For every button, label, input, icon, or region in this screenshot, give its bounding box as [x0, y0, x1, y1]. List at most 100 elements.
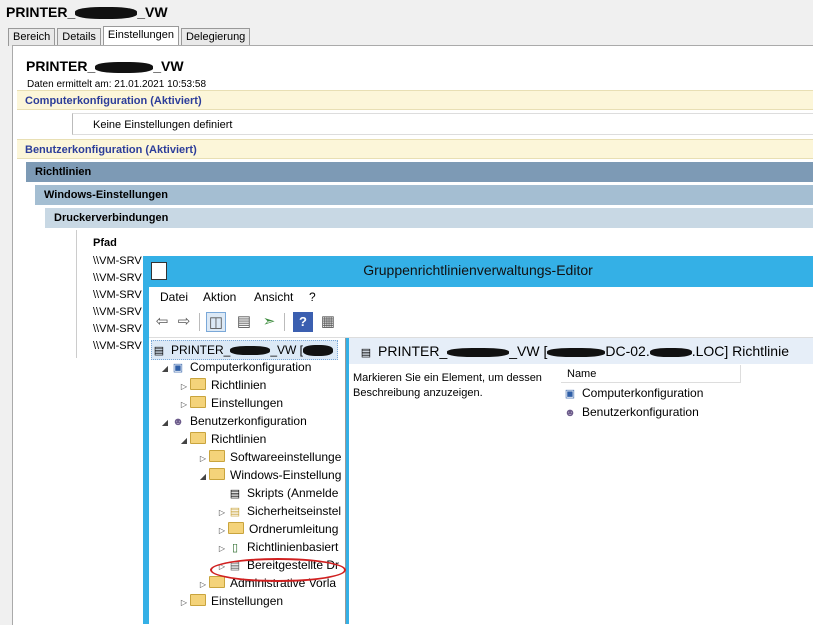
gpo-name-suffix: _VW: [153, 58, 184, 74]
help-icon[interactable]: ?: [293, 312, 313, 332]
tree-label: Computerkonfiguration: [190, 360, 312, 374]
tab-bereich[interactable]: Bereich: [8, 28, 56, 46]
tree-user-config[interactable]: ◢ ☻ Benutzerkonfiguration: [159, 412, 307, 430]
header-suffix: .LOC] Richtlinie: [691, 343, 789, 359]
description-text: Markieren Sie ein Element, um dessen Bes…: [353, 372, 542, 399]
tree-root-suffix: _VW [: [270, 343, 304, 357]
redaction: [75, 7, 138, 20]
folder-icon: [190, 594, 206, 606]
details-pane: ▤ PRINTER_ _VW [DC-02. .LOC] Richtlinie Mar…: [349, 338, 813, 624]
tab-details[interactable]: Details: [57, 28, 101, 46]
toolbar-separator: [199, 313, 200, 331]
collapse-arrow-icon[interactable]: ◢: [159, 414, 171, 432]
column-header-name[interactable]: Name: [561, 365, 741, 383]
users-icon: ☻: [172, 416, 184, 428]
windows-settings-band[interactable]: Windows-Einstellungen: [35, 185, 813, 205]
tree-label: Ordnerumleitung: [249, 522, 339, 536]
tree-computer-policies[interactable]: ▷ Richtlinien: [178, 376, 266, 394]
properties-icon[interactable]: ▤: [234, 312, 254, 332]
report-title-suffix: _VW: [137, 4, 168, 20]
script-icon: ▤: [229, 488, 241, 500]
highlight-oval: [210, 558, 346, 582]
printer-path: \\VM-SRV: [93, 306, 142, 318]
collapse-arrow-icon[interactable]: ◢: [159, 360, 171, 378]
no-settings-text: Keine Einstellungen definiert: [72, 113, 813, 135]
menu-ansicht[interactable]: Ansicht: [254, 290, 293, 304]
printer-path: \\VM-SRV: [93, 323, 142, 335]
menu-datei[interactable]: Datei: [160, 290, 188, 304]
tree-label: Einstellungen: [211, 594, 284, 608]
folder-icon: [190, 396, 206, 408]
collapse-arrow-icon[interactable]: ◢: [197, 468, 209, 486]
folder-icon: [228, 522, 244, 534]
tree-user-policies[interactable]: ◢ Richtlinien: [178, 430, 266, 448]
policies-band[interactable]: Richtlinien: [26, 162, 813, 182]
collapse-arrow-icon[interactable]: ◢: [178, 432, 190, 450]
data-collected-date: Daten ermittelt am: 21.01.2021 10:53:58: [27, 79, 207, 90]
redaction: [547, 347, 606, 357]
folder-icon: [190, 432, 206, 444]
divider: [76, 230, 77, 358]
tab-bar: Bereich Details Einstellungen Delegierun…: [8, 26, 251, 46]
tree-label: Richtlinienbasiert: [247, 540, 339, 554]
tree-computer-settings[interactable]: ▷ Einstellungen: [178, 394, 283, 412]
tree-windows-settings[interactable]: ◢ Windows-Einstellung: [197, 466, 341, 484]
redaction: [447, 347, 510, 357]
toolbar-separator: [284, 313, 285, 331]
report-title-prefix: PRINTER_: [6, 4, 76, 20]
redaction: [95, 61, 154, 73]
list-item-label: Benutzerkonfiguration: [582, 405, 699, 419]
menu-help[interactable]: ?: [309, 290, 316, 304]
list-item-label: Computerkonfiguration: [582, 386, 704, 400]
redaction: [649, 347, 692, 357]
tree-label: Richtlinien: [211, 378, 267, 392]
window-title: Gruppenrichtlinienverwaltungs-Editor: [363, 262, 593, 278]
tree-user-settings[interactable]: ▷ Einstellungen: [178, 592, 283, 610]
tree-label: Skripts (Anmelde: [247, 486, 339, 500]
list-item-computer-config[interactable]: ▣ Computerkonfiguration: [563, 386, 704, 400]
tree-software-settings[interactable]: ▷ Softwareeinstellunge: [197, 448, 341, 466]
tree-folder-redirection[interactable]: ▷ Ordnerumleitung: [216, 520, 338, 538]
list-item-user-config[interactable]: ☻ Benutzerkonfiguration: [563, 405, 699, 419]
header-mid: _VW [: [509, 343, 548, 359]
menu-bar: Datei Aktion Ansicht ?: [149, 287, 813, 307]
header-prefix: PRINTER_: [378, 343, 448, 359]
user-config-section[interactable]: Benutzerkonfiguration (Aktiviert): [17, 139, 813, 159]
tree-label: Windows-Einstellung: [230, 468, 342, 482]
show-tree-icon[interactable]: ◫: [206, 312, 226, 332]
tree-policy-based-qos[interactable]: ▷ ▯ Richtlinienbasiert: [216, 538, 338, 556]
bar-chart-icon: ▯: [231, 542, 239, 554]
security-lock-icon: ▤: [229, 506, 241, 518]
tab-einstellungen[interactable]: Einstellungen: [102, 26, 179, 46]
tree-label: Softwareeinstellunge: [230, 450, 342, 464]
forward-icon[interactable]: ⇨: [174, 312, 194, 332]
printer-path: \\VM-SRV: [93, 272, 142, 284]
view-icon[interactable]: ▦: [318, 312, 338, 332]
folder-icon: [209, 450, 225, 462]
tab-delegierung[interactable]: Delegierung: [180, 28, 251, 46]
folder-icon: [209, 468, 225, 480]
back-icon[interactable]: ⇦: [152, 312, 172, 332]
redaction: [303, 345, 334, 357]
tree-label: Richtlinien: [211, 432, 267, 446]
users-icon: ☻: [564, 407, 576, 419]
path-column-header: Pfad: [93, 237, 117, 249]
printer-path: \\VM-SRV: [93, 289, 142, 301]
tree-label: Benutzerkonfiguration: [190, 414, 307, 428]
gpo-name-heading: PRINTER_ _VW: [26, 58, 184, 74]
expand-arrow-icon[interactable]: ▷: [178, 594, 190, 612]
tree-scripts[interactable]: ▤ Skripts (Anmelde: [216, 484, 339, 502]
menu-aktion[interactable]: Aktion: [203, 290, 236, 304]
tree-computer-config[interactable]: ◢ ▣ Computerkonfiguration: [159, 358, 311, 376]
export-icon[interactable]: ➣: [259, 312, 279, 332]
gpo-icon: ▤: [360, 347, 372, 359]
computer-icon: ▣: [172, 362, 184, 374]
printer-connections-band[interactable]: Druckerverbindungen: [45, 208, 813, 228]
computer-config-section[interactable]: Computerkonfiguration (Aktiviert): [17, 90, 813, 110]
tree-security-settings[interactable]: ▷ ▤ Sicherheitseinstel: [216, 502, 341, 520]
folder-icon: [209, 576, 225, 588]
toolbar: ⇦ ⇨ ◫ ▤ ➣ ? ▦: [149, 307, 813, 338]
tree-root-gpo[interactable]: ▤ PRINTER_ _VW [: [151, 340, 339, 360]
computer-icon: ▣: [564, 388, 576, 400]
tree-label: Sicherheitseinstel: [247, 504, 342, 518]
